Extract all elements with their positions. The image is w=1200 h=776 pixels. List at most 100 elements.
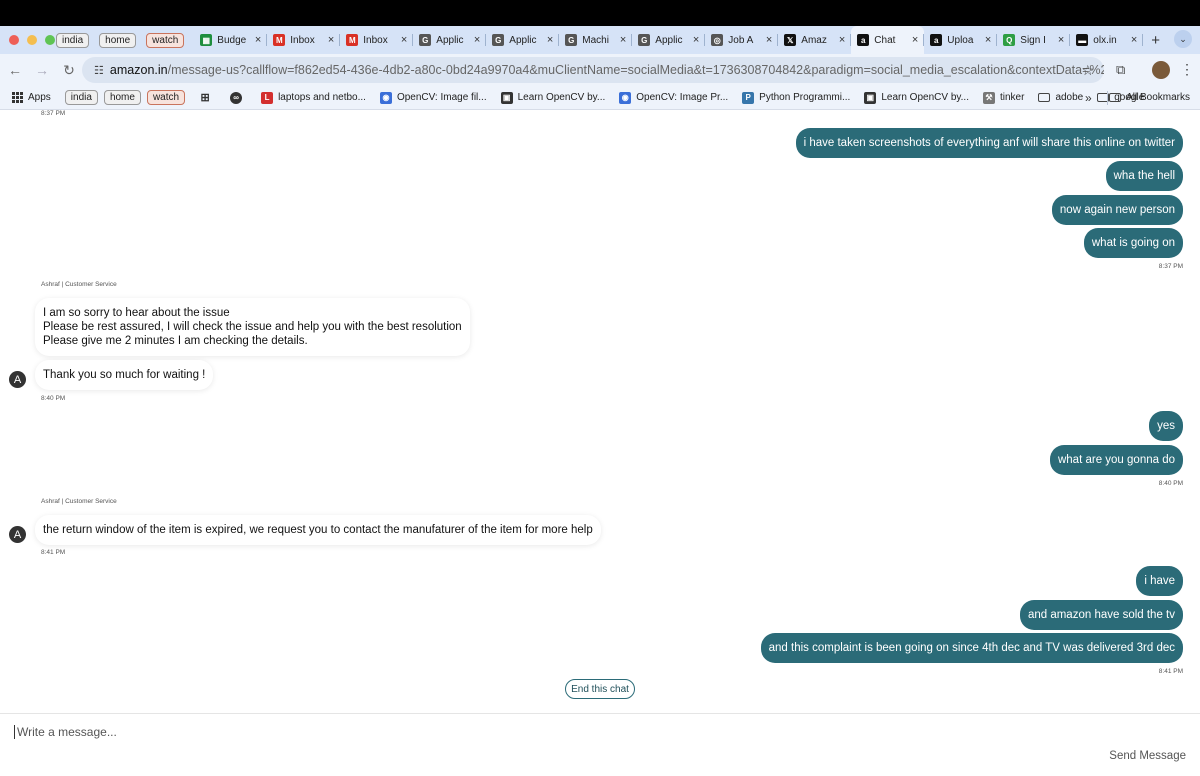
tab-search-icon[interactable]: ⌄ [1174,30,1192,48]
bookmark-apps[interactable]: Apps [12,92,51,103]
user-message: and this complaint is been going on sinc… [760,633,1183,663]
bookmarks-bar: Apps india home watch ⊞ ∞ Llaptops and n… [0,86,1200,110]
tab-budge[interactable]: ▦ Budge × [194,26,268,54]
extensions-icon[interactable]: ⧉ [1116,62,1125,78]
close-tab-icon[interactable]: × [1131,34,1137,46]
python-icon: P [742,91,755,104]
tab-applic[interactable]: G Applic × [632,26,706,54]
apps-grid-icon [12,92,23,103]
bookmark-link[interactable]: ∞ [230,91,247,104]
tab-sign-i[interactable]: Q Sign I × [997,26,1071,54]
timestamp: 8:37 PM [41,110,66,117]
olx-icon: ▬ [1076,34,1089,46]
timestamp: 8:41 PM [41,549,66,556]
close-tab-icon[interactable]: × [401,34,407,46]
more-bookmarks-chevron-icon[interactable]: » [1085,91,1092,105]
close-tab-icon[interactable]: × [255,34,261,46]
user-message: and amazon have sold the tv [1019,600,1183,630]
tab-machi[interactable]: G Machi × [559,26,633,54]
bookmark-learn-opencv-by[interactable]: ▣ Learn OpenCV by... [864,91,969,104]
folder-icon [1038,93,1051,102]
google-icon: G [638,34,651,46]
address-bar[interactable]: ☷ amazon.in /message-us?callflow=f862ed5… [82,57,1104,83]
agent-message: I am so sorry to hear about the issue Pl… [35,298,470,356]
bookmark-tinker[interactable]: ⚒ tinker [982,91,1024,104]
message-composer: Send Message [0,713,1200,776]
amazon-icon: a [857,34,870,46]
site-settings-icon[interactable]: ☷ [88,64,110,77]
send-message-button[interactable]: Send Message [1109,750,1186,762]
link-icon: ∞ [230,91,243,104]
more-menu-icon[interactable]: ⋮ [1180,61,1194,78]
close-tab-icon[interactable]: × [620,34,626,46]
minimize-window-button[interactable] [27,35,37,45]
agent-avatar: A [9,526,26,543]
bookmark-india[interactable]: india [64,90,98,105]
bookmark-grid[interactable]: ⊞ [199,92,216,104]
end-chat-button[interactable]: End this chat [565,679,635,699]
bookmark-adobe[interactable]: adobe [1038,92,1083,103]
bookmark-python-programmi[interactable]: P Python Programmi... [742,91,850,104]
agent-message: the return window of the item is expired… [35,515,601,545]
tinker-icon: ⚒ [982,91,995,104]
bookmark-opencv-image-pr[interactable]: ◉ OpenCV: Image Pr... [619,91,728,104]
user-message: what is going on [1083,228,1183,258]
tab-applic[interactable]: G Applic × [486,26,560,54]
bookmark-watch[interactable]: watch [146,90,186,105]
all-bookmarks[interactable]: All Bookmarks [1109,92,1190,103]
learnopencv-icon: ▣ [864,91,877,104]
back-icon[interactable]: ← [3,62,27,78]
agent-name: Ashraf | Customer Service [41,498,117,505]
google-icon: G [492,34,505,46]
reload-icon[interactable]: ↻ [57,62,81,79]
bookmark-home[interactable]: home [103,90,141,105]
grid-icon: ⊞ [200,92,210,104]
url-path: /message-us?callflow=f862ed54-436e-4db2-… [167,63,1104,77]
close-tab-icon[interactable]: × [912,34,918,46]
message-input[interactable] [14,725,1014,739]
tab-applic[interactable]: G Applic × [413,26,487,54]
tab-amaz[interactable]: 𝕏 Amaz × [778,26,852,54]
close-window-button[interactable] [9,35,19,45]
chat-transcript[interactable]: 8:37 PM i have taken screenshots of ever… [0,110,1200,713]
tab-group-india[interactable]: india [56,32,90,48]
user-message: i have [1136,566,1183,596]
timestamp: 8:37 PM [1158,263,1183,270]
new-tab-button[interactable]: + [1151,32,1160,49]
tab-job-a[interactable]: ◎ Job A × [705,26,779,54]
close-tab-icon[interactable]: × [547,34,553,46]
user-message: i have taken screenshots of everything a… [795,128,1183,158]
bookmark-opencv-image-fil[interactable]: ◉ OpenCV: Image fil... [379,91,487,104]
tab-inbox[interactable]: M Inbox × [267,26,341,54]
opencv-icon: ◉ [379,91,392,104]
close-tab-icon[interactable]: × [474,34,480,46]
sheets-icon: ▦ [200,34,213,46]
agent-avatar: A [9,371,26,388]
menu-bar-area [0,0,1200,26]
profile-avatar[interactable] [1152,61,1170,79]
tab-uploa[interactable]: a Uploa × [924,26,998,54]
close-tab-icon[interactable]: × [985,34,991,46]
globe-icon: ◎ [711,34,724,46]
timestamp: 8:41 PM [1158,668,1183,675]
bookmark-laptops-and-netbo[interactable]: Llaptops and netbo... [261,91,366,104]
forward-icon[interactable]: → [30,62,54,78]
bookmark-learn-opencv-by[interactable]: ▣ Learn OpenCV by... [500,91,605,104]
close-tab-icon[interactable]: × [839,34,845,46]
close-tab-icon[interactable]: × [766,34,772,46]
tab-chat[interactable]: a Chat × [851,26,925,54]
user-message: what are you gonna do [1049,445,1183,475]
tab-group-home[interactable]: home [99,32,137,48]
tab-olx-in[interactable]: ▬ olx.in × [1070,26,1144,54]
user-message: wha the hell [1105,161,1183,191]
tab-inbox[interactable]: M Inbox × [340,26,414,54]
user-message: yes [1149,411,1183,441]
maximize-window-button[interactable] [45,35,55,45]
close-tab-icon[interactable]: × [328,34,334,46]
bookmark-star-icon[interactable]: ☆ [1081,62,1094,79]
folder-icon [1109,93,1122,102]
close-tab-icon[interactable]: × [1058,34,1064,46]
user-message: now again new person [1051,195,1183,225]
close-tab-icon[interactable]: × [693,34,699,46]
tab-group-watch[interactable]: watch [146,32,185,48]
